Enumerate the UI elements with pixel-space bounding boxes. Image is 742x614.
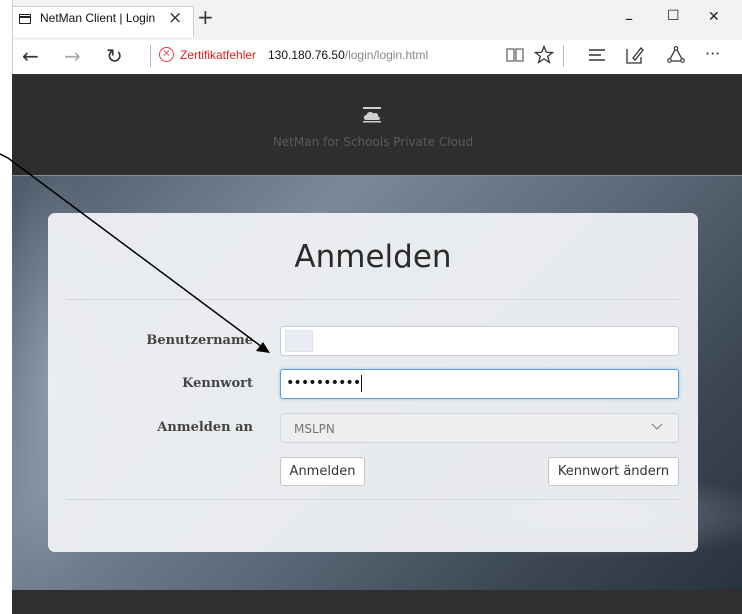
reading-view-icon[interactable] (506, 47, 524, 63)
url-path: /login/login.html (344, 48, 429, 62)
toolbar-divider (150, 45, 151, 67)
username-autofill-indicator (285, 330, 313, 352)
form-divider (66, 499, 679, 500)
page-header (12, 74, 742, 175)
back-arrow-icon[interactable]: ← (22, 44, 39, 68)
hub-icon[interactable] (588, 48, 606, 62)
text-caret (361, 375, 362, 392)
certificate-error-label[interactable]: Zertifikatfehler (180, 48, 256, 62)
maximize-icon[interactable]: ☐ (667, 8, 680, 24)
share-icon[interactable] (666, 46, 686, 64)
tab-title: NetMan Client | Login (40, 11, 156, 25)
refresh-icon[interactable]: ↻ (106, 44, 123, 68)
tab-close-icon[interactable]: × (168, 8, 182, 28)
url-text[interactable]: 130.180.76.50/login/login.html (268, 48, 428, 62)
domain-select[interactable] (280, 413, 679, 443)
change-password-button[interactable]: Kennwort ändern (548, 457, 679, 486)
cloud-icon (363, 107, 381, 123)
more-icon[interactable]: ··· (705, 44, 720, 63)
certificate-warning-icon[interactable]: × (159, 47, 174, 62)
close-window-icon[interactable]: ✕ (708, 9, 720, 25)
username-label: Benutzername (146, 333, 253, 348)
web-note-icon[interactable] (625, 45, 645, 65)
chevron-down-icon (651, 423, 663, 430)
username-input[interactable] (280, 326, 679, 356)
login-title: Anmelden (294, 239, 452, 275)
forward-arrow-icon[interactable]: → (64, 44, 81, 68)
domain-label: Anmelden an (157, 420, 253, 435)
tab-page-icon (19, 14, 31, 24)
password-label: Kennwort (182, 376, 253, 391)
page-footer (12, 590, 742, 614)
minimize-icon[interactable]: – (625, 9, 633, 28)
toolbar-divider (563, 45, 564, 67)
header-title: NetMan for Schools Private Cloud (272, 135, 474, 149)
password-value: •••••••••• (286, 375, 361, 391)
new-tab-button[interactable]: + (197, 5, 214, 29)
url-host: 130.180.76.50 (268, 48, 345, 62)
favorite-star-icon[interactable] (534, 45, 554, 64)
login-button[interactable]: Anmelden (280, 457, 365, 486)
domain-selected-value: MSLPN (294, 422, 335, 436)
title-divider (66, 299, 679, 300)
